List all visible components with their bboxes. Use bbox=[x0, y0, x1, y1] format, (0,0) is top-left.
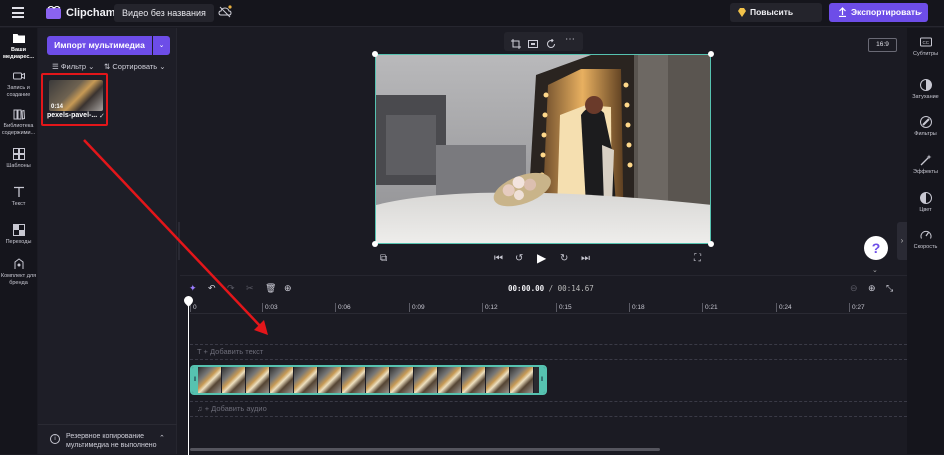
annotation-arrow bbox=[83, 139, 268, 335]
